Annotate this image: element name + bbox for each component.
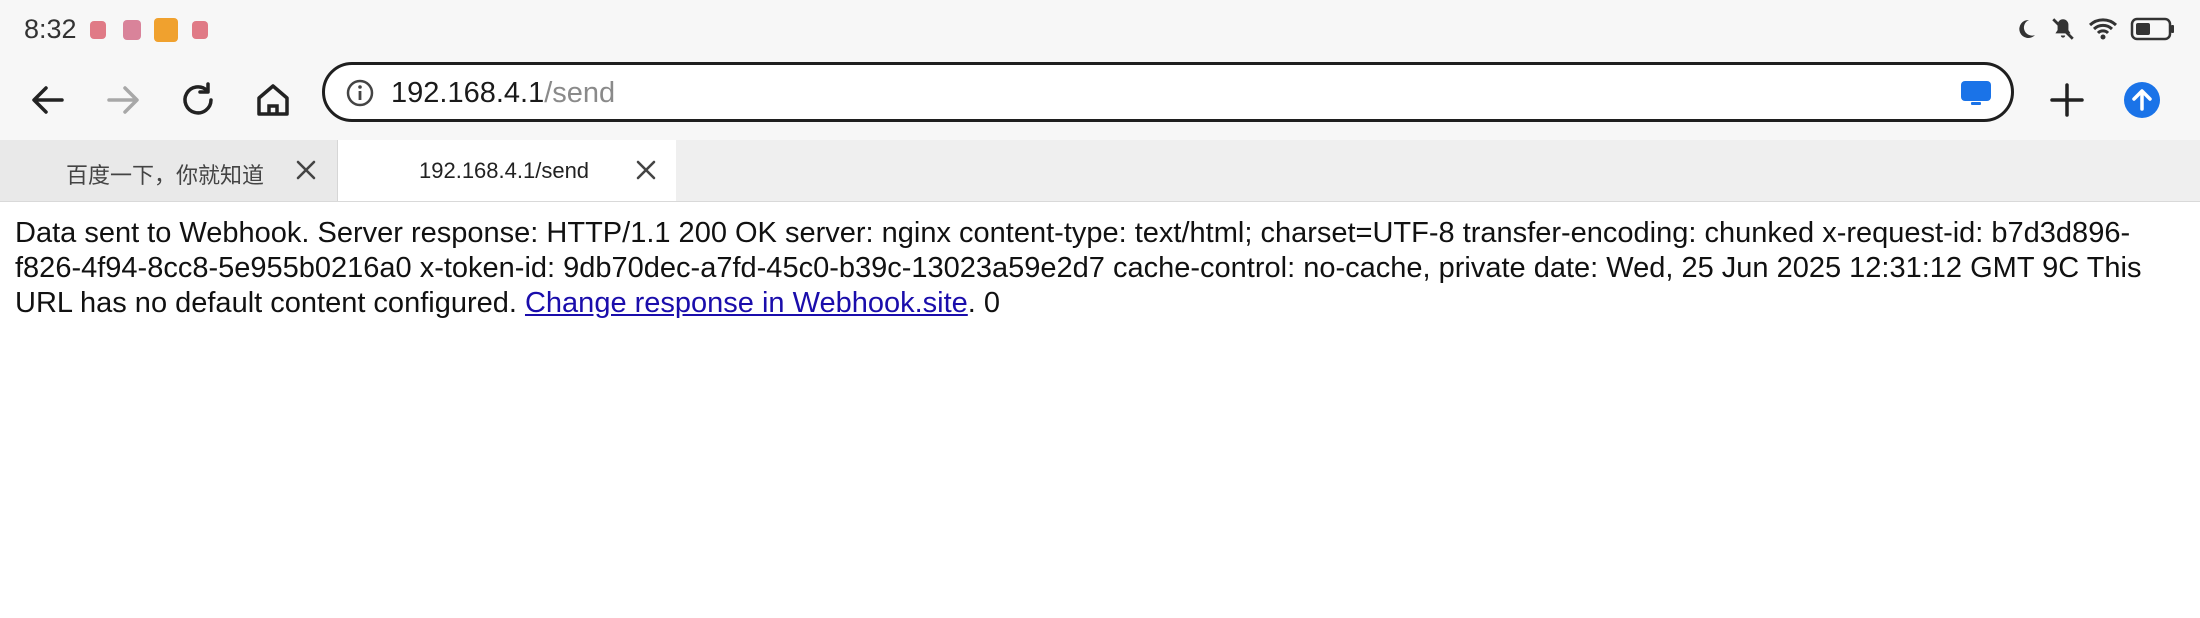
status-time: 8:32 — [24, 14, 77, 44]
browser-toolbar: 192.168.4.1/send — [0, 60, 2200, 140]
home-button[interactable] — [245, 72, 301, 128]
reload-icon — [183, 82, 213, 115]
back-arrow-icon — [32, 86, 64, 114]
new-tab-button[interactable] — [2039, 72, 2095, 128]
home-icon — [257, 84, 289, 116]
close-tab-icon[interactable] — [292, 156, 320, 184]
status-bar: 8:32 — [0, 0, 2200, 60]
forward-button[interactable] — [95, 72, 151, 128]
mute-bell-icon — [2050, 16, 2076, 42]
app-notification-icon — [90, 21, 106, 39]
tab-send[interactable]: 192.168.4.1/send — [338, 140, 676, 201]
battery-icon — [2130, 17, 2176, 41]
address-bar[interactable]: 192.168.4.1/send — [322, 62, 2014, 122]
system-indicators — [2014, 16, 2176, 42]
url-path: /send — [544, 77, 616, 109]
update-button[interactable] — [2114, 72, 2170, 128]
back-button[interactable] — [20, 72, 76, 128]
webhook-site-link[interactable]: Change response in Webhook.site — [525, 287, 968, 319]
app-notification-icon — [192, 21, 208, 39]
page-content: Data sent to Webhook. Server response: H… — [15, 216, 2185, 321]
site-info-icon[interactable] — [345, 78, 375, 113]
tab-baidu[interactable]: 百度一下，你就知道 — [0, 140, 338, 201]
screen-cast-icon[interactable] — [1959, 78, 1993, 113]
upload-arrow-icon — [2124, 82, 2160, 118]
reload-button[interactable] — [170, 72, 226, 128]
do-not-disturb-moon-icon — [2014, 17, 2038, 41]
url-host: 192.168.4.1 — [391, 77, 545, 109]
tab-title: 百度一下，你就知道 — [66, 163, 265, 188]
response-text: Data sent to Webhook. Server response: H… — [15, 217, 2142, 319]
forward-arrow-icon — [107, 86, 139, 114]
plus-icon — [2050, 83, 2084, 117]
trailing-text: . 0 — [967, 287, 1001, 319]
close-tab-icon[interactable] — [632, 156, 660, 184]
wifi-icon — [2088, 17, 2118, 41]
tab-strip: 百度一下，你就知道 192.168.4.1/send — [0, 140, 2200, 202]
url-text[interactable]: 192.168.4.1/send — [391, 77, 615, 110]
app-notification-icon — [154, 18, 178, 42]
app-notification-icon — [123, 20, 141, 40]
tab-title: 192.168.4.1/send — [419, 158, 590, 183]
